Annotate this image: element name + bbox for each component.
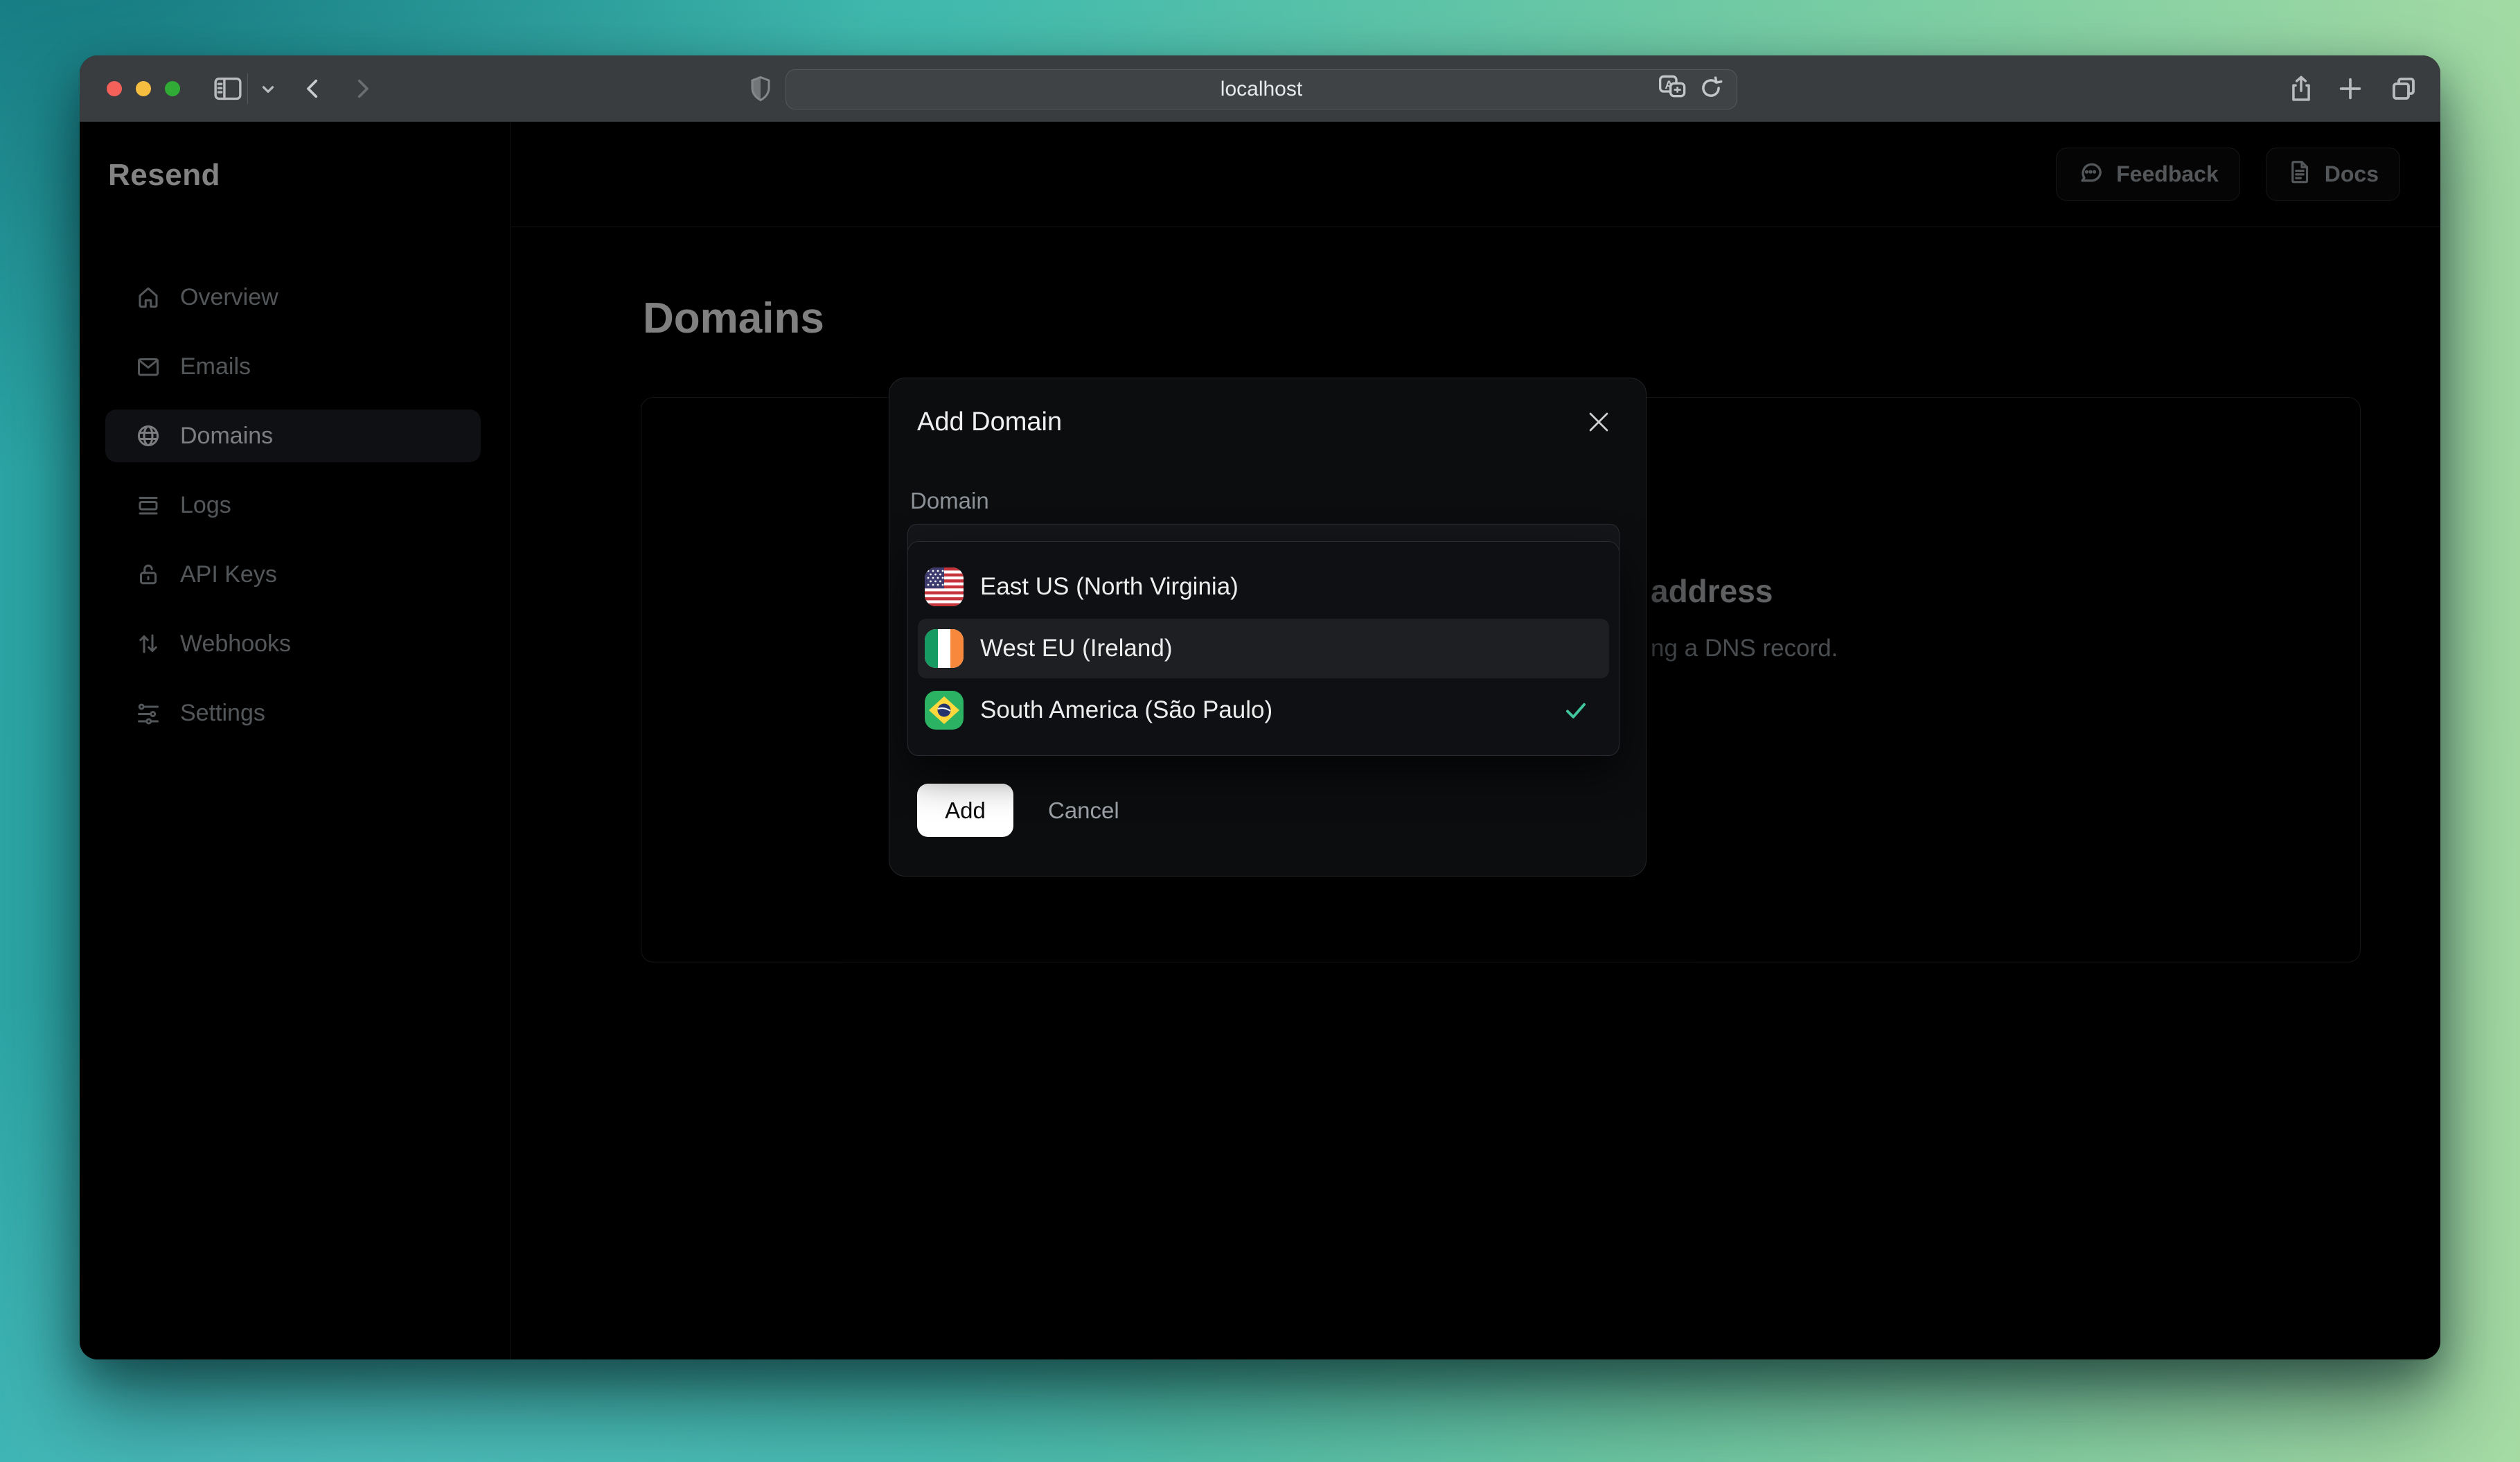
region-option-west-eu[interactable]: West EU (Ireland)	[918, 619, 1609, 678]
toolbar-divider	[247, 73, 248, 104]
sidebar-toggle-icon[interactable]	[213, 77, 242, 100]
browser-toolbar: localhost A	[80, 55, 2440, 122]
forward-icon[interactable]	[351, 75, 374, 103]
shield-icon[interactable]	[748, 74, 773, 103]
region-option-label: West EU (Ireland)	[980, 634, 1173, 662]
tab-overview-icon[interactable]	[2389, 74, 2418, 103]
share-icon[interactable]	[2288, 73, 2314, 104]
add-button[interactable]: Add	[917, 784, 1013, 837]
region-option-label: South America (São Paulo)	[980, 696, 1273, 724]
close-window-button[interactable]	[107, 81, 122, 96]
brazil-flag-icon	[925, 691, 964, 730]
ireland-flag-icon	[925, 628, 964, 668]
region-option-label: East US (North Virginia)	[980, 572, 1239, 600]
url-text: localhost	[1220, 78, 1303, 100]
modal-title: Add Domain	[917, 407, 1063, 437]
region-dropdown: East US (North Virginia) West EU (Irelan…	[907, 541, 1620, 756]
add-domain-modal: Add Domain Domain East US (North Virgini…	[889, 378, 1647, 877]
browser-window: localhost A Resend Overview Emails Domai…	[80, 55, 2440, 1359]
region-option-south-america[interactable]: South America (São Paulo)	[918, 681, 1609, 740]
close-icon[interactable]	[1586, 409, 1611, 434]
minimize-window-button[interactable]	[136, 81, 151, 96]
address-bar[interactable]: localhost A	[786, 69, 1737, 109]
zoom-window-button[interactable]	[165, 81, 180, 96]
us-flag-icon	[925, 567, 964, 606]
reload-icon[interactable]	[1698, 75, 1724, 105]
domain-field-label: Domain	[910, 488, 989, 513]
back-icon[interactable]	[301, 75, 325, 103]
translate-icon[interactable]: A	[1658, 74, 1688, 105]
new-tab-icon[interactable]	[2336, 75, 2364, 103]
chevron-down-icon[interactable]	[259, 80, 277, 98]
checkmark-icon	[1563, 698, 1588, 723]
region-option-east-us[interactable]: East US (North Virginia)	[918, 557, 1609, 616]
cancel-button[interactable]: Cancel	[1048, 784, 1119, 837]
app-content: Resend Overview Emails Domains Logs API …	[80, 122, 2440, 1359]
